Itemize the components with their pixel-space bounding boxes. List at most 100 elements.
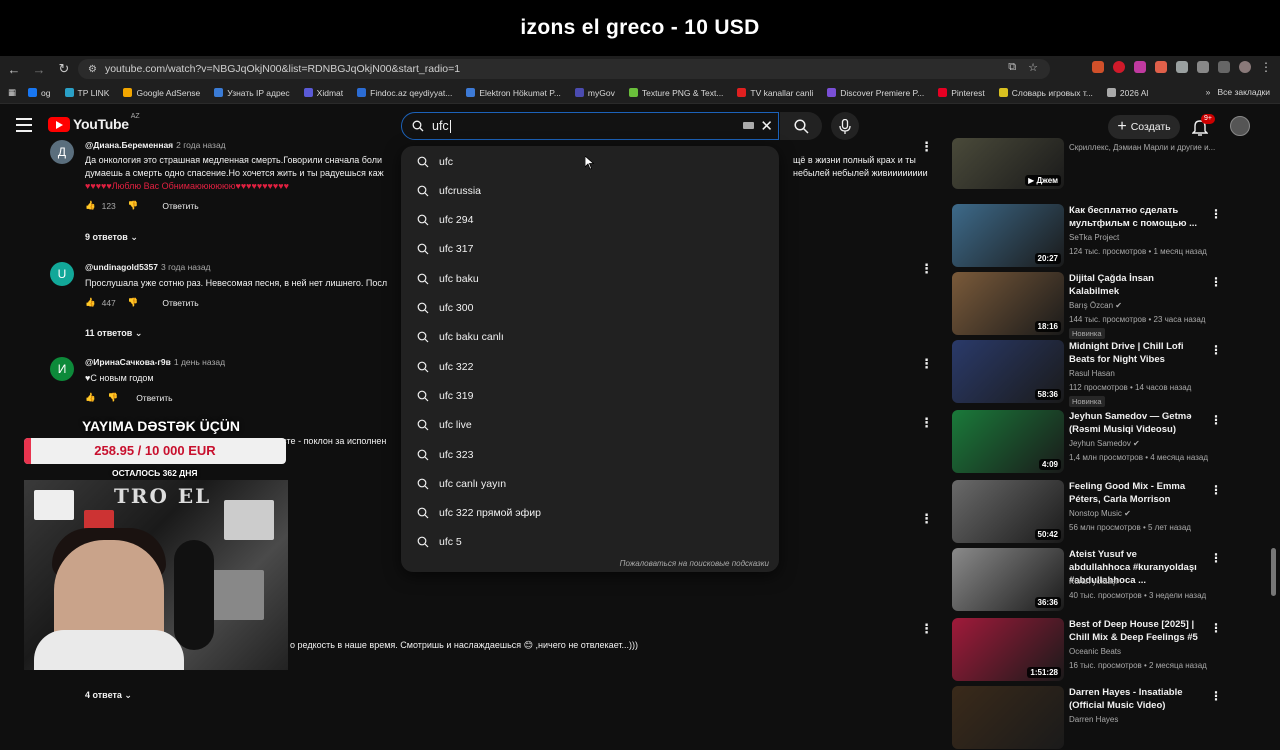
- video-item[interactable]: Darren Hayes - Insatiable (Official Musi…: [952, 686, 1222, 750]
- video-thumbnail[interactable]: 20:27: [952, 204, 1064, 267]
- star-icon[interactable]: ☆: [1028, 61, 1038, 74]
- video-title[interactable]: Dijital Çağda İnsan Kalabilmek: [1069, 272, 1199, 298]
- video-item[interactable]: 58:36 Midnight Drive | Chill Lofi Beats f…: [952, 340, 1222, 407]
- extension-icon[interactable]: [1134, 61, 1146, 73]
- more-icon[interactable]: ⋮: [920, 622, 933, 635]
- replies-toggle[interactable]: 11 ответов ⌄: [85, 328, 142, 339]
- video-title[interactable]: Как бесплатно сделать мультфильм с помощ…: [1069, 204, 1199, 230]
- suggestion-item[interactable]: ufc 5: [401, 528, 779, 557]
- more-icon[interactable]: ⋮: [1260, 60, 1272, 74]
- bookmark-item[interactable]: Pinterest: [938, 88, 985, 98]
- bookmark-item[interactable]: Словарь игровых т...: [998, 88, 1093, 98]
- bookmark-item[interactable]: myGov: [574, 88, 615, 98]
- extension-icon[interactable]: [1176, 61, 1188, 73]
- replies-toggle[interactable]: 4 ответа ⌄: [85, 690, 132, 701]
- suggestion-item[interactable]: ufc 323: [401, 440, 779, 469]
- forward-icon[interactable]: →: [28, 58, 50, 80]
- replies-toggle[interactable]: 9 ответов ⌄: [85, 232, 138, 243]
- back-icon[interactable]: ←: [3, 58, 25, 80]
- suggestion-item[interactable]: ufc baku canlı: [401, 323, 779, 352]
- suggestion-item[interactable]: ufc 322: [401, 352, 779, 381]
- extension-icon[interactable]: [1155, 61, 1167, 73]
- more-icon[interactable]: ⋮: [920, 262, 933, 275]
- bookmark-item[interactable]: Texture PNG & Text...: [628, 88, 723, 98]
- video-item[interactable]: 20:27 Как бесплатно сделать мультфильм с …: [952, 204, 1222, 268]
- bookmark-item[interactable]: Discover Premiere P...: [827, 88, 924, 98]
- more-icon[interactable]: ⋮: [920, 416, 933, 429]
- extension-icon[interactable]: [1113, 61, 1125, 73]
- more-icon[interactable]: ⋮: [1210, 551, 1222, 565]
- bookmark-item[interactable]: Findoc.az qeydiyyat...: [357, 88, 452, 98]
- like-icon[interactable]: 👍: [85, 200, 96, 211]
- avatar[interactable]: U: [50, 262, 74, 286]
- bookmark-item[interactable]: Xidmat: [303, 88, 343, 98]
- report-suggestions-link[interactable]: Пожаловаться на поисковые подсказки: [620, 559, 769, 568]
- more-icon[interactable]: ⋮: [1210, 621, 1222, 635]
- bookmark-item[interactable]: Google AdSense: [123, 88, 200, 98]
- video-title[interactable]: Darren Hayes - Insatiable (Official Musi…: [1069, 686, 1199, 712]
- more-icon[interactable]: ⋮: [920, 357, 933, 370]
- suggestion-item[interactable]: ufc canlı yayın: [401, 469, 779, 498]
- like-icon[interactable]: 👍: [85, 297, 96, 308]
- search-input[interactable]: ufc ✕: [401, 112, 779, 140]
- youtube-logo[interactable]: YouTube AZ: [48, 113, 140, 132]
- site-info-icon[interactable]: ⚙: [88, 64, 97, 75]
- scrollbar[interactable]: [1271, 548, 1276, 596]
- video-title[interactable]: Best of Deep House [2025] | Chill Mix & …: [1069, 618, 1199, 644]
- channel-name[interactable]: SeTka Project: [1069, 233, 1119, 242]
- video-item[interactable]: 1:51:28 Best of Deep House [2025] | Chill…: [952, 618, 1222, 682]
- suggestion-item[interactable]: ufc 319: [401, 381, 779, 410]
- like-icon[interactable]: 👍: [85, 392, 96, 403]
- channel-name[interactable]: Скриллекс, Дэмиан Марли и другие и...: [1069, 143, 1215, 152]
- video-item[interactable]: 4:09 Jeyhun Samedov — Getmə (Rəsmi Musiqi…: [952, 410, 1222, 474]
- suggestion-item[interactable]: ufc 294: [401, 206, 779, 235]
- more-icon[interactable]: ⋮: [1210, 413, 1222, 427]
- comment-author[interactable]: @Диана.Беременная 2 года назад: [85, 140, 226, 150]
- voice-search-button[interactable]: [831, 112, 859, 140]
- clear-search-icon[interactable]: ✕: [760, 117, 773, 135]
- avatar[interactable]: И: [50, 357, 74, 381]
- reload-icon[interactable]: ↻: [53, 58, 75, 80]
- channel-name[interactable]: Jeyhun Samedov ✔: [1069, 439, 1140, 448]
- suggestion-item[interactable]: ufc 300: [401, 294, 779, 323]
- reply-button[interactable]: Ответить: [136, 393, 172, 403]
- more-icon[interactable]: ⋮: [1210, 343, 1222, 357]
- dislike-icon[interactable]: 👎: [108, 392, 119, 403]
- video-thumbnail[interactable]: 50:42: [952, 480, 1064, 543]
- bookmark-item[interactable]: TP LINK: [64, 88, 109, 98]
- video-title[interactable]: Jeyhun Samedov — Getmə (Rəsmi Musiqi Vid…: [1069, 410, 1199, 436]
- bookmark-item[interactable]: 2026 Al: [1106, 88, 1148, 98]
- video-thumbnail[interactable]: 36:36: [952, 548, 1064, 611]
- comment-author[interactable]: @ИринаСачкова-г9в 1 день назад: [85, 357, 225, 367]
- video-item[interactable]: ▶ Джем Скриллекс, Дэмиан Марли и другие и…: [952, 138, 1222, 202]
- channel-name[interactable]: Kuran yoldaşı: [1069, 577, 1118, 586]
- channel-name[interactable]: Rasul Hasan: [1069, 369, 1115, 378]
- channel-name[interactable]: Oceanic Beats: [1069, 647, 1121, 656]
- install-icon[interactable]: ⧉: [1008, 61, 1016, 74]
- extension-icon[interactable]: [1092, 61, 1104, 73]
- reply-button[interactable]: Ответить: [162, 298, 198, 308]
- video-thumbnail[interactable]: 58:36: [952, 340, 1064, 403]
- video-item[interactable]: 36:36 Ateist Yusuf ve abdullahhoca #kuran…: [952, 548, 1222, 612]
- bookmark-item[interactable]: TV kanallar canli: [737, 88, 813, 98]
- bookmark-item[interactable]: Elektron Hökumət P...: [466, 88, 561, 98]
- bookmark-item[interactable]: Узнать IP адрес: [214, 88, 290, 98]
- more-icon[interactable]: ⋮: [1210, 483, 1222, 497]
- dislike-icon[interactable]: 👎: [128, 200, 139, 211]
- puzzle-icon[interactable]: [1197, 61, 1209, 73]
- create-button[interactable]: + Создать: [1108, 115, 1180, 139]
- suggestion-item[interactable]: ufcrussia: [401, 176, 779, 205]
- video-thumbnail[interactable]: 1:51:28: [952, 618, 1064, 681]
- more-icon[interactable]: ⋮: [920, 140, 933, 153]
- all-bookmarks[interactable]: » Все закладки: [1206, 87, 1270, 97]
- video-item[interactable]: 18:16 Dijital Çağda İnsan Kalabilmek Barış…: [952, 272, 1222, 339]
- avatar[interactable]: Д: [50, 140, 74, 164]
- channel-name[interactable]: Barış Özcan ✔: [1069, 301, 1122, 310]
- dislike-icon[interactable]: 👎: [128, 297, 139, 308]
- url-field[interactable]: ⚙ youtube.com/watch?v=NBGJqOkjN00&list=R…: [78, 59, 1050, 79]
- search-button[interactable]: [780, 112, 822, 140]
- profile-icon[interactable]: [1239, 61, 1251, 73]
- more-icon[interactable]: ⋮: [1210, 689, 1222, 703]
- video-item[interactable]: 50:42 Feeling Good Mix - Emma Péters, Car…: [952, 480, 1222, 544]
- avatar[interactable]: [1230, 116, 1250, 136]
